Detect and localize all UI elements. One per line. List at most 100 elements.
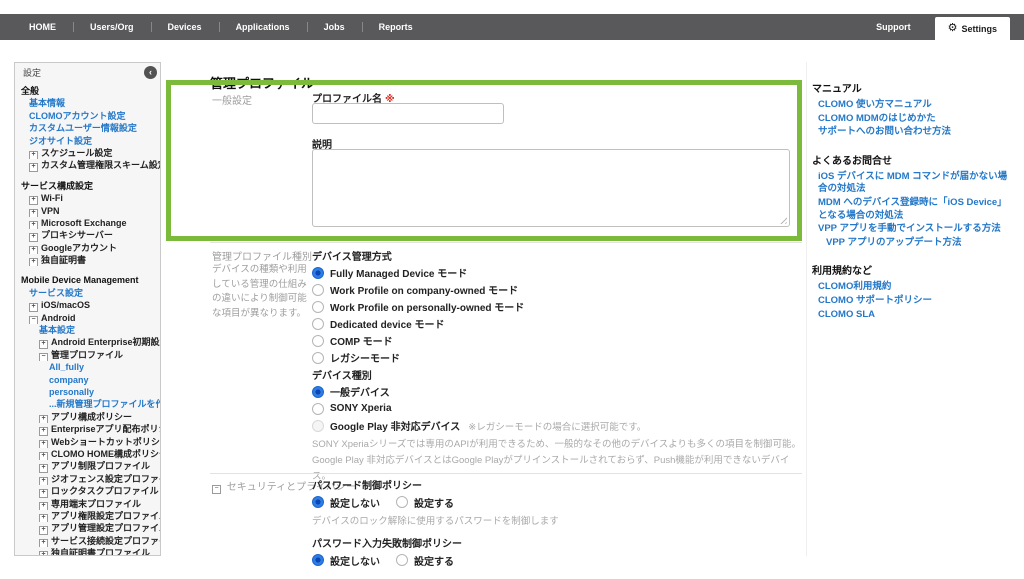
radio-unchecked-icon[interactable] bbox=[312, 301, 324, 313]
radio-unchecked-icon[interactable] bbox=[312, 420, 324, 432]
collapse-section-icon[interactable]: − bbox=[212, 485, 221, 494]
sidebar-item[interactable]: −Android bbox=[15, 312, 160, 324]
radio-unchecked-icon[interactable] bbox=[312, 318, 324, 330]
help-link[interactable]: CLOMO利用規約 bbox=[812, 281, 1014, 294]
expand-icon[interactable]: + bbox=[29, 196, 38, 204]
help-link[interactable]: CLOMO MDMのはじめかた bbox=[812, 113, 1014, 126]
help-link[interactable]: CLOMO 使い方マニュアル bbox=[812, 99, 1014, 112]
expand-icon[interactable]: + bbox=[39, 340, 48, 348]
sidebar-item[interactable]: +Webショートカットポリシー bbox=[15, 436, 160, 448]
profile-name-input[interactable] bbox=[312, 103, 504, 124]
collapse-icon[interactable]: − bbox=[39, 353, 48, 361]
nav-item-jobs[interactable]: Jobs bbox=[307, 14, 362, 40]
sidebar-item[interactable]: +Enterpriseアプリ配布ポリシー bbox=[15, 423, 160, 435]
expand-icon[interactable]: + bbox=[39, 464, 48, 472]
sidebar-item[interactable]: +Android Enterprise初期設定... bbox=[15, 336, 160, 348]
collapse-icon[interactable]: − bbox=[29, 316, 38, 324]
nav-item-devices[interactable]: Devices bbox=[151, 14, 219, 40]
settings-tab[interactable]: ⚙ Settings bbox=[935, 17, 1010, 40]
help-link[interactable]: MDM へのデバイス登録時に「iOS Device」となる場合の対処法 bbox=[812, 197, 1014, 222]
sidebar-item[interactable]: +専用端末プロファイル bbox=[15, 498, 160, 510]
sidebar-item[interactable]: +iOS/macOS bbox=[15, 299, 160, 311]
expand-icon[interactable]: + bbox=[29, 258, 38, 266]
sidebar-item[interactable]: +Wi-Fi bbox=[15, 192, 160, 204]
expand-icon[interactable]: + bbox=[29, 303, 38, 311]
expand-icon[interactable]: + bbox=[39, 489, 48, 497]
radio-checked-icon[interactable] bbox=[312, 267, 324, 279]
sidebar-item[interactable]: +プロキシサーバー bbox=[15, 229, 160, 241]
radio-checked-icon[interactable] bbox=[312, 554, 324, 566]
sidebar-item[interactable]: ...新規管理プロファイルを作成 bbox=[15, 398, 160, 410]
nav-item-home[interactable]: HOME bbox=[12, 14, 73, 40]
expand-icon[interactable]: + bbox=[39, 415, 48, 423]
sidebar-item[interactable]: +Microsoft Exchange bbox=[15, 217, 160, 229]
radio-checked-icon[interactable] bbox=[312, 386, 324, 398]
sidebar-item[interactable]: personally bbox=[15, 386, 160, 398]
radio-option[interactable]: Google Play 非対応デバイス※レガシーモードの場合に選択可能です。 bbox=[312, 417, 646, 434]
radio-option[interactable]: Fully Managed Device モード bbox=[312, 264, 524, 281]
radio-option[interactable]: Work Profile on personally-owned モード bbox=[312, 298, 524, 315]
expand-icon[interactable]: + bbox=[29, 163, 38, 171]
expand-icon[interactable]: + bbox=[29, 151, 38, 159]
sidebar-item[interactable]: +アプリ管理設定プロファイル bbox=[15, 522, 160, 534]
sidebar-item[interactable]: +ジオフェンス設定プロファイル bbox=[15, 473, 160, 485]
sidebar-item[interactable]: +Googleアカウント bbox=[15, 242, 160, 254]
sidebar-item[interactable]: CLOMOアカウント設定 bbox=[15, 110, 160, 122]
expand-icon[interactable]: + bbox=[39, 452, 48, 460]
nav-item-users-org[interactable]: Users/Org bbox=[73, 14, 151, 40]
expand-icon[interactable]: + bbox=[39, 440, 48, 448]
expand-icon[interactable]: + bbox=[39, 514, 48, 522]
radio-option[interactable]: 設定する bbox=[396, 553, 454, 567]
sidebar-item[interactable]: 基本情報 bbox=[15, 97, 160, 109]
expand-icon[interactable]: + bbox=[29, 246, 38, 254]
help-link[interactable]: CLOMO サポートポリシー bbox=[812, 295, 1014, 308]
radio-option[interactable]: レガシーモード bbox=[312, 349, 524, 366]
expand-icon[interactable]: + bbox=[29, 209, 38, 217]
radio-option[interactable]: Dedicated device モード bbox=[312, 315, 524, 332]
sidebar-item[interactable]: +CLOMO HOME構成ポリシー bbox=[15, 448, 160, 460]
radio-option[interactable]: 設定する bbox=[396, 495, 454, 509]
sidebar-item[interactable]: +サービス接続設定プロファイル bbox=[15, 535, 160, 547]
expand-icon[interactable]: + bbox=[29, 221, 38, 229]
collapse-sidebar-button[interactable]: ‹ bbox=[144, 66, 157, 79]
radio-unchecked-icon[interactable] bbox=[312, 352, 324, 364]
expand-icon[interactable]: + bbox=[39, 526, 48, 534]
expand-icon[interactable]: + bbox=[39, 551, 48, 556]
sidebar-item[interactable]: +ロックタスクプロファイル bbox=[15, 485, 160, 497]
expand-icon[interactable]: + bbox=[39, 539, 48, 547]
sidebar-item[interactable]: All_fully bbox=[15, 361, 160, 373]
radio-unchecked-icon[interactable] bbox=[396, 496, 408, 508]
description-textarea[interactable] bbox=[312, 149, 790, 227]
sidebar-item[interactable]: +カスタム管理権限スキーム設定 bbox=[15, 159, 160, 171]
support-link[interactable]: Support bbox=[852, 14, 935, 40]
expand-icon[interactable]: + bbox=[39, 477, 48, 485]
sidebar-item[interactable]: −管理プロファイル bbox=[15, 349, 160, 361]
sidebar-item[interactable]: ジオサイト設定 bbox=[15, 135, 160, 147]
help-link[interactable]: VPP アプリのアップデート方法 bbox=[812, 237, 1014, 250]
sidebar-item[interactable]: +VPN bbox=[15, 205, 160, 217]
expand-icon[interactable]: + bbox=[39, 427, 48, 435]
radio-unchecked-icon[interactable] bbox=[312, 284, 324, 296]
help-link[interactable]: iOS デバイスに MDM コマンドが届かない場合の対処法 bbox=[812, 171, 1014, 196]
help-link[interactable]: CLOMO SLA bbox=[812, 309, 1014, 322]
expand-icon[interactable]: + bbox=[29, 233, 38, 241]
radio-option[interactable]: COMP モード bbox=[312, 332, 524, 349]
sidebar-item[interactable]: +独自証明書 bbox=[15, 254, 160, 266]
sidebar-item[interactable]: +スケジュール設定 bbox=[15, 147, 160, 159]
help-link[interactable]: VPP アプリを手動でインストールする方法 bbox=[812, 223, 1014, 236]
help-link[interactable]: サポートへのお問い合わせ方法 bbox=[812, 126, 1014, 139]
sidebar-item[interactable]: +独自証明書プロファイル bbox=[15, 547, 160, 556]
radio-unchecked-icon[interactable] bbox=[312, 335, 324, 347]
sidebar-item[interactable]: カスタムユーザー情報設定 bbox=[15, 122, 160, 134]
radio-option[interactable]: Work Profile on company-owned モード bbox=[312, 281, 524, 298]
radio-option[interactable]: SONY Xperia bbox=[312, 400, 646, 417]
sidebar-item[interactable]: company bbox=[15, 374, 160, 386]
radio-unchecked-icon[interactable] bbox=[396, 554, 408, 566]
nav-item-applications[interactable]: Applications bbox=[219, 14, 307, 40]
radio-option[interactable]: 一般デバイス bbox=[312, 383, 646, 400]
sidebar-item[interactable]: サービス設定 bbox=[15, 287, 160, 299]
radio-checked-icon[interactable] bbox=[312, 496, 324, 508]
nav-item-reports[interactable]: Reports bbox=[362, 14, 430, 40]
radio-option[interactable]: 設定しない bbox=[312, 495, 380, 509]
sidebar-item[interactable]: +アプリ権限設定プロファイル bbox=[15, 510, 160, 522]
